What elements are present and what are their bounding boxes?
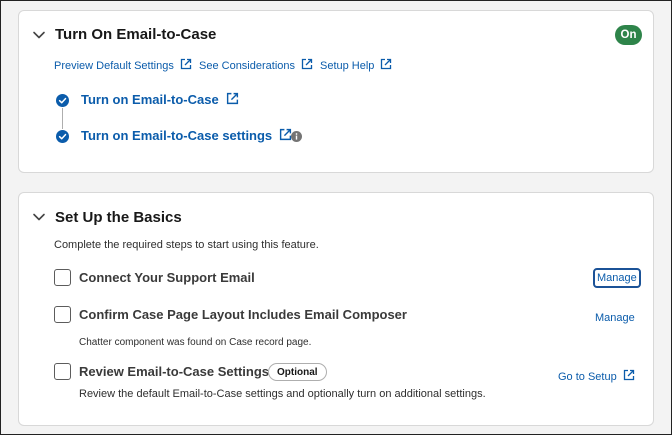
task-note: Review the default Email-to-Case setting… xyxy=(79,388,486,400)
chevron-down-icon[interactable] xyxy=(32,28,46,42)
chevron-down-icon[interactable] xyxy=(32,210,46,224)
go-to-setup-link[interactable]: Go to Setup xyxy=(558,369,635,383)
optional-badge: Optional xyxy=(268,363,327,381)
task-checkbox[interactable] xyxy=(54,269,71,286)
info-icon[interactable] xyxy=(291,131,302,142)
external-link-icon xyxy=(623,369,634,381)
link-label: See Considerations xyxy=(199,60,296,72)
set-up-the-basics-card: Set Up the Basics Complete the required … xyxy=(18,192,654,426)
step-turn-on-email-to-case-link[interactable]: Turn on Email-to-Case xyxy=(81,92,239,107)
task-title: Connect Your Support Email xyxy=(79,270,255,285)
step-turn-on-settings-link[interactable]: Turn on Email-to-Case settings xyxy=(81,128,292,143)
step-label: Turn on Email-to-Case settings xyxy=(81,128,273,143)
step-connector xyxy=(62,108,63,129)
task-checkbox[interactable] xyxy=(54,306,71,323)
external-link-icon xyxy=(301,58,313,70)
external-link-icon xyxy=(381,58,392,70)
task-checkbox[interactable] xyxy=(54,363,71,380)
turn-on-email-to-case-card: Turn On Email-to-Case On Preview Default… xyxy=(18,10,654,173)
setup-help-link[interactable]: Setup Help xyxy=(320,58,392,72)
manage-link[interactable]: Manage xyxy=(595,312,635,324)
external-link-icon xyxy=(180,58,191,70)
task-title: Review Email-to-Case Settings xyxy=(79,364,269,379)
see-considerations-link[interactable]: See Considerations xyxy=(199,58,313,72)
link-label: Preview Default Settings xyxy=(54,60,174,72)
link-label: Go to Setup xyxy=(558,371,617,383)
task-note: Chatter component was found on Case reco… xyxy=(79,337,312,348)
step-label: Turn on Email-to-Case xyxy=(81,92,219,107)
check-circle-icon xyxy=(56,94,69,107)
section-description: Complete the required steps to start usi… xyxy=(54,239,319,251)
task-title: Confirm Case Page Layout Includes Email … xyxy=(79,307,407,322)
section-title: Turn On Email-to-Case xyxy=(55,26,217,43)
manage-button[interactable]: Manage xyxy=(593,268,641,288)
check-circle-icon xyxy=(56,130,69,143)
status-badge: On xyxy=(615,25,642,45)
external-link-icon xyxy=(226,92,238,105)
section-title: Set Up the Basics xyxy=(55,209,182,226)
link-label: Setup Help xyxy=(320,60,375,72)
preview-default-settings-link[interactable]: Preview Default Settings xyxy=(54,58,192,72)
